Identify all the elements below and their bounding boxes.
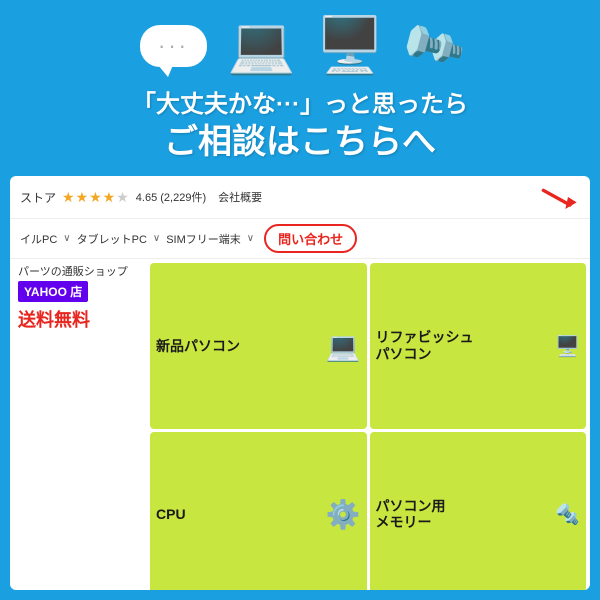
- company-link[interactable]: 会社概要: [218, 189, 262, 205]
- nav-row: イルPC ∨ タブレットPC ∨ SIMフリー端末 ∨ 問い合わせ: [10, 219, 590, 259]
- nav-dropdown-tablet: ∨: [153, 233, 160, 244]
- product-icon-memory: 🔩: [555, 502, 580, 527]
- product-icon-refurb: 🖥️: [555, 334, 580, 359]
- product-memory[interactable]: パソコン用メモリー 🔩: [370, 432, 587, 590]
- shop-content-wrapper: パーツの通販ショップ YAHOO 店 送料無料 新品パソコン 💻 リファビッシュ…: [10, 259, 590, 590]
- contact-button[interactable]: 問い合わせ: [264, 224, 357, 253]
- product-icon-cpu: ⚙️: [326, 498, 361, 531]
- screenshot-area: ストア ★★★★★ 4.65 (2,229件) 会社概要 イルPC ∨ タブレッ…: [10, 176, 590, 590]
- store-label: ストア: [20, 189, 56, 206]
- headline-section: 「大丈夫かな···」っと思ったら ご相談はこちらへ: [0, 81, 600, 168]
- store-header-row: ストア ★★★★★ 4.65 (2,229件) 会社概要: [10, 176, 590, 219]
- rating-value: 4.65 (2,229件): [136, 189, 206, 205]
- arrow-container: [540, 182, 580, 212]
- nav-item-mobile-pc[interactable]: イルPC: [20, 231, 57, 247]
- shipping-free-label: 送料無料: [18, 306, 142, 332]
- headline-line2: ご相談はこちらへ: [20, 120, 580, 164]
- speech-bubble-dots: ···: [158, 35, 189, 57]
- shop-left-panel: パーツの通販ショップ YAHOO 店 送料無料: [10, 259, 150, 590]
- desktop-icon: 🖥️: [315, 18, 383, 73]
- headline-line1: 「大丈夫かな···」っと思ったら: [20, 89, 580, 120]
- shop-description: パーツの通販ショップ: [18, 263, 142, 279]
- laptop-icon: 💻: [227, 18, 295, 73]
- nav-dropdown-sim: ∨: [247, 233, 254, 244]
- star-rating: ★★★★★: [62, 189, 130, 206]
- product-label-cpu: CPU: [156, 506, 186, 523]
- speech-bubble: ···: [140, 25, 207, 67]
- nav-item-tablet[interactable]: タブレットPC: [77, 231, 147, 247]
- product-label-new-pc: 新品パソコン: [156, 338, 240, 355]
- product-grid: 新品パソコン 💻 リファビッシュパソコン 🖥️ CPU ⚙️ パソコン用メモリー…: [150, 259, 590, 590]
- product-icon-new-pc: 💻: [326, 330, 361, 363]
- product-cpu[interactable]: CPU ⚙️: [150, 432, 367, 590]
- main-container: ··· 💻 🖥️ 🔩 「大丈夫かな···」っと思ったら ご相談はこちらへ ストア…: [0, 0, 600, 600]
- product-label-memory: パソコン用メモリー: [376, 498, 446, 532]
- red-arrow-icon: [540, 182, 580, 212]
- product-new-pc[interactable]: 新品パソコン 💻: [150, 263, 367, 428]
- nav-item-sim[interactable]: SIMフリー端末: [166, 231, 241, 247]
- product-label-refurb: リファビッシュパソコン: [376, 329, 474, 363]
- ram-icon: 🔩: [396, 12, 467, 79]
- top-icons-section: ··· 💻 🖥️ 🔩: [0, 0, 600, 81]
- yahoo-badge: YAHOO 店: [18, 281, 88, 302]
- product-refurb[interactable]: リファビッシュパソコン 🖥️: [370, 263, 587, 428]
- nav-dropdown-mobile: ∨: [63, 233, 70, 244]
